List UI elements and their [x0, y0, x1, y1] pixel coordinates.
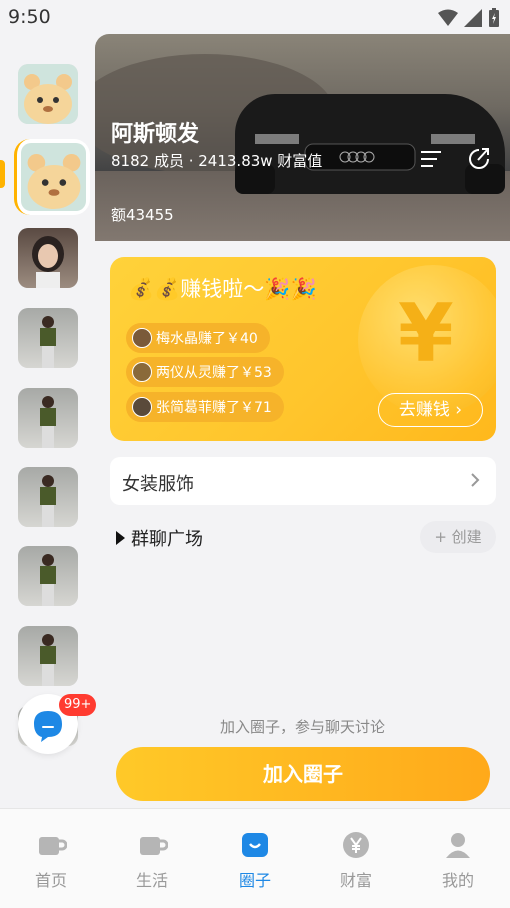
- rail-item-person-5[interactable]: [18, 626, 78, 686]
- rail-item-bear-active[interactable]: [14, 139, 90, 215]
- tab-life[interactable]: 生活: [122, 829, 182, 891]
- rail-item-bear-1[interactable]: [18, 64, 78, 124]
- list-menu-icon: [421, 151, 441, 167]
- tab-label: 生活: [135, 871, 168, 890]
- bear-avatar-icon: [21, 143, 86, 211]
- go-earn-button[interactable]: 去赚钱 ›: [378, 393, 483, 427]
- rail-item-person-4[interactable]: [18, 546, 78, 606]
- tab-home[interactable]: 首页: [21, 829, 81, 891]
- cup-icon: [39, 837, 68, 855]
- signal-icon: [464, 9, 482, 27]
- user-avatar: [132, 328, 152, 348]
- create-group-button[interactable]: + 创建: [420, 521, 496, 553]
- tab-mine[interactable]: 我的: [428, 829, 488, 891]
- person-avatar-icon: [18, 388, 78, 448]
- earn-money-card: ¥ 💰💰赚钱啦～🎉🎉 梅水晶赚了￥40 两仪从灵赚了￥53 张简葛菲赚了￥71 …: [110, 257, 496, 441]
- menu-button[interactable]: [413, 139, 453, 179]
- circle-title: 阿斯顿发: [111, 122, 200, 147]
- tab-label: 我的: [441, 871, 474, 890]
- unread-badge: 99+: [59, 694, 97, 716]
- user-avatar: [132, 362, 152, 382]
- bear-avatar-icon: [18, 64, 78, 124]
- join-hint: 加入圈子，参与聊天讨论: [219, 718, 385, 736]
- user-avatar: [132, 397, 152, 417]
- tab-wealth[interactable]: 财富: [326, 829, 386, 891]
- rail-item-girl[interactable]: [18, 228, 78, 288]
- girl-avatar-icon: [18, 228, 78, 288]
- yuan-icon: [343, 832, 369, 858]
- cup-icon: [140, 837, 169, 855]
- battery-icon: [489, 8, 499, 27]
- tab-circle[interactable]: 圈子: [225, 829, 285, 891]
- share-icon: [469, 148, 489, 169]
- expand-triangle-icon: [116, 531, 125, 545]
- circle-extra-info: 额43455: [111, 206, 174, 224]
- person-avatar-icon: [18, 308, 78, 368]
- circle-rail: [0, 34, 95, 808]
- join-circle-button[interactable]: 加入圈子: [116, 747, 490, 801]
- tab-label: 财富: [339, 871, 372, 890]
- circle-header: 阿斯顿发 8182 成员 · 2413.83w 财富值 额43455: [95, 34, 510, 241]
- rail-item-person-2[interactable]: [18, 388, 78, 448]
- earn-record: 张简葛菲赚了￥71: [126, 392, 284, 422]
- earn-record-text: 两仪从灵赚了￥53: [156, 365, 272, 381]
- earn-title-text: 💰💰赚钱啦～🎉🎉: [128, 277, 317, 301]
- chevron-right-icon: [471, 473, 480, 487]
- earn-record: 梅水晶赚了￥40: [126, 323, 270, 353]
- tab-label: 圈子: [238, 871, 271, 890]
- wifi-icon: [438, 9, 458, 26]
- earn-record-text: 梅水晶赚了￥40: [156, 331, 258, 347]
- plaza-label: 群聊广场: [131, 529, 203, 550]
- category-label: 女装服饰: [122, 474, 194, 495]
- share-button[interactable]: [459, 139, 499, 179]
- rail-active-indicator: [0, 160, 5, 188]
- group-chat-plaza-toggle[interactable]: 群聊广场: [116, 525, 203, 551]
- bottom-tab-bar: 首页 生活 圈子 财富 我的: [0, 808, 510, 908]
- earn-record: 两仪从灵赚了￥53: [126, 357, 284, 387]
- tab-label: 首页: [34, 871, 67, 890]
- user-icon: [446, 833, 470, 858]
- status-icons: [438, 8, 500, 28]
- status-time: 9:50: [8, 6, 51, 28]
- circle-meta: 8182 成员 · 2413.83w 财富值: [111, 152, 323, 170]
- earn-record-text: 张简葛菲赚了￥71: [156, 400, 272, 416]
- person-avatar-icon: [18, 626, 78, 686]
- category-row[interactable]: 女装服饰: [110, 457, 496, 505]
- rail-item-person-1[interactable]: [18, 308, 78, 368]
- status-bar: 9:50: [0, 0, 510, 34]
- person-avatar-icon: [18, 546, 78, 606]
- rail-item-person-3[interactable]: [18, 467, 78, 527]
- person-avatar-icon: [18, 467, 78, 527]
- circle-chat-icon: [242, 833, 268, 857]
- earn-title: 💰💰赚钱啦～🎉🎉: [128, 273, 317, 303]
